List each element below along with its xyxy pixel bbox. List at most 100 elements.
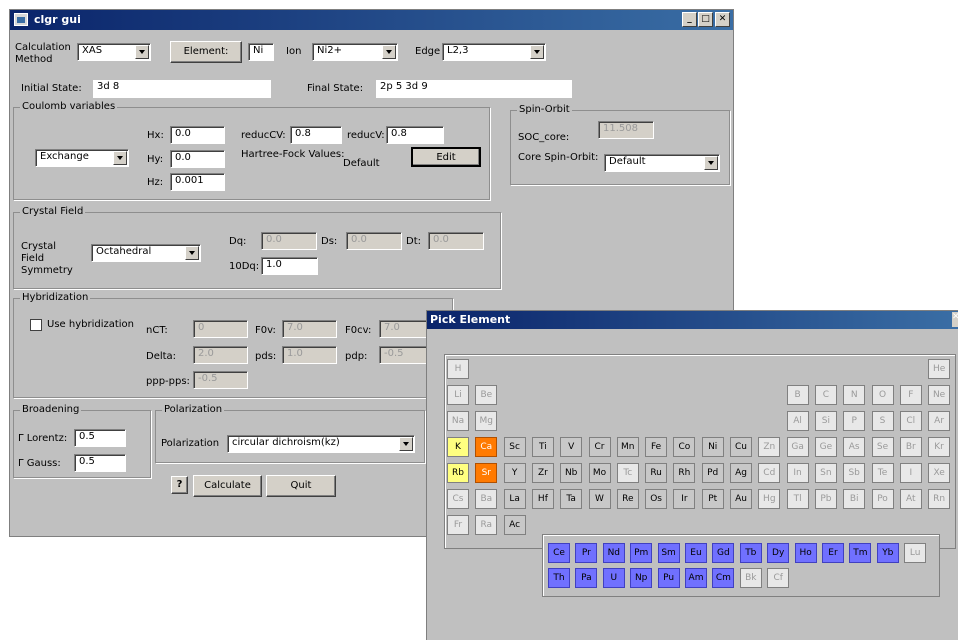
close-icon[interactable]: ✕: [715, 12, 730, 27]
cf-symmetry-select[interactable]: Octahedral: [91, 244, 201, 262]
element-cell-au[interactable]: Au: [730, 489, 752, 509]
hz-field[interactable]: 0.001: [170, 173, 225, 191]
element-cell-sm[interactable]: Sm: [657, 543, 680, 563]
element-cell-zn: Zn: [758, 437, 781, 457]
f0cv-field[interactable]: 7.0: [379, 320, 429, 338]
element-cell-er[interactable]: Er: [822, 543, 844, 563]
element-cell-np[interactable]: Np: [630, 568, 653, 588]
element-cell-v[interactable]: V: [560, 437, 583, 457]
element-cell-ru[interactable]: Ru: [645, 463, 668, 483]
help-button[interactable]: ?: [171, 476, 188, 494]
element-cell-re[interactable]: Re: [616, 489, 639, 509]
element-cell-pm[interactable]: Pm: [630, 543, 653, 563]
element-cell-ag[interactable]: Ag: [730, 463, 752, 483]
element-cell-b: B: [786, 385, 809, 405]
element-cell-ni[interactable]: Ni: [701, 437, 724, 457]
f0v-field[interactable]: 7.0: [282, 320, 337, 338]
polarization-select[interactable]: circular dichroism(kz): [227, 435, 415, 453]
element-field[interactable]: Ni: [248, 43, 274, 61]
delta-field[interactable]: 2.0: [193, 346, 248, 364]
element-cell-pu[interactable]: Pu: [657, 568, 680, 588]
element-cell-nd[interactable]: Nd: [602, 543, 625, 563]
hx-field[interactable]: 0.0: [170, 126, 225, 144]
element-cell-fe[interactable]: Fe: [645, 437, 668, 457]
element-cell-eu[interactable]: Eu: [685, 543, 707, 563]
chevron-down-icon: [382, 45, 396, 59]
hy-label: Hy:: [147, 154, 164, 165]
element-cell-tm[interactable]: Tm: [849, 543, 872, 563]
element-cell-ca[interactable]: Ca: [475, 437, 498, 457]
element-cell-yb[interactable]: Yb: [876, 543, 899, 563]
element-cell-rb[interactable]: Rb: [447, 463, 469, 483]
element-cell-nb[interactable]: Nb: [560, 463, 583, 483]
nct-field[interactable]: 0: [193, 320, 248, 338]
main-title-bar[interactable]: clgr gui _ □ ✕: [10, 10, 733, 30]
pds-field[interactable]: 1.0: [282, 346, 337, 364]
element-cell-sr[interactable]: Sr: [475, 463, 498, 483]
coulomb-title: Coulomb variables: [20, 101, 118, 112]
element-cell-pr[interactable]: Pr: [575, 543, 598, 563]
maximize-icon[interactable]: □: [698, 12, 713, 27]
calculate-button[interactable]: Calculate: [193, 475, 262, 497]
element-cell-ti[interactable]: Ti: [531, 437, 554, 457]
minimize-icon[interactable]: _: [682, 12, 697, 27]
element-cell-cr[interactable]: Cr: [588, 437, 611, 457]
element-cell-ir[interactable]: Ir: [673, 489, 696, 509]
element-cell-cm[interactable]: Cm: [712, 568, 735, 588]
element-cell-mo[interactable]: Mo: [588, 463, 611, 483]
ds-field[interactable]: 0.0: [346, 232, 402, 250]
element-cell-os[interactable]: Os: [645, 489, 668, 509]
hy-field[interactable]: 0.0: [170, 150, 225, 168]
element-cell-tb[interactable]: Tb: [739, 543, 762, 563]
element-cell-n: N: [843, 385, 866, 405]
element-cell-cu[interactable]: Cu: [730, 437, 752, 457]
element-cell-ac[interactable]: Ac: [503, 515, 526, 535]
element-cell-ho[interactable]: Ho: [794, 543, 817, 563]
ion-select[interactable]: Ni2+: [312, 43, 398, 61]
dq-field[interactable]: 0.0: [261, 232, 317, 250]
core-spin-orbit-select[interactable]: Default: [604, 154, 720, 172]
element-cell-y[interactable]: Y: [503, 463, 526, 483]
element-cell-ce[interactable]: Ce: [548, 543, 570, 563]
element-cell-mn[interactable]: Mn: [616, 437, 639, 457]
element-cell-th[interactable]: Th: [548, 568, 570, 588]
element-cell-w[interactable]: W: [588, 489, 611, 509]
ppp-pps-field[interactable]: -0.5: [193, 371, 248, 389]
calc-method-select[interactable]: XAS: [77, 43, 151, 61]
initial-state-field[interactable]: 3d 8: [93, 80, 271, 98]
element-cell-gd[interactable]: Gd: [712, 543, 735, 563]
element-cell-pa[interactable]: Pa: [575, 568, 598, 588]
element-cell-ta[interactable]: Ta: [560, 489, 583, 509]
lorentz-field[interactable]: 0.5: [74, 429, 126, 447]
element-cell-hf[interactable]: Hf: [531, 489, 554, 509]
gauss-field[interactable]: 0.5: [74, 454, 126, 472]
element-cell-br: Br: [899, 437, 922, 457]
element-cell-sc[interactable]: Sc: [503, 437, 526, 457]
reducv-field[interactable]: 0.8: [386, 126, 444, 144]
reduccv-field[interactable]: 0.8: [290, 126, 342, 144]
element-cell-co[interactable]: Co: [673, 437, 696, 457]
element-cell-u[interactable]: U: [602, 568, 625, 588]
tendq-field[interactable]: 1.0: [261, 257, 318, 275]
pdp-field[interactable]: -0.5: [379, 346, 429, 364]
element-cell-zr[interactable]: Zr: [531, 463, 554, 483]
element-cell-rh[interactable]: Rh: [673, 463, 696, 483]
use-hybridization-checkbox[interactable]: [30, 319, 42, 331]
element-cell-pd[interactable]: Pd: [701, 463, 724, 483]
element-cell-pt[interactable]: Pt: [701, 489, 724, 509]
edge-select[interactable]: L2,3: [442, 43, 546, 61]
element-cell-k[interactable]: K: [447, 437, 469, 457]
element-cell-am[interactable]: Am: [685, 568, 707, 588]
coulomb-mode-select[interactable]: Exchange: [35, 149, 129, 167]
final-state-field[interactable]: 2p 5 3d 9: [376, 80, 572, 98]
element-cell-la[interactable]: La: [503, 489, 526, 509]
soc-core-field[interactable]: 11.508: [598, 121, 654, 139]
element-cell-dy[interactable]: Dy: [767, 543, 790, 563]
edit-button[interactable]: Edit: [411, 147, 481, 167]
close-icon[interactable]: ✕: [952, 312, 958, 327]
crystal-field-title: Crystal Field: [20, 206, 86, 217]
pick-title-bar[interactable]: Pick Element ✕: [427, 311, 958, 329]
dt-field[interactable]: 0.0: [428, 232, 484, 250]
element-button[interactable]: Element:: [170, 41, 242, 63]
quit-button[interactable]: Quit: [266, 475, 336, 497]
